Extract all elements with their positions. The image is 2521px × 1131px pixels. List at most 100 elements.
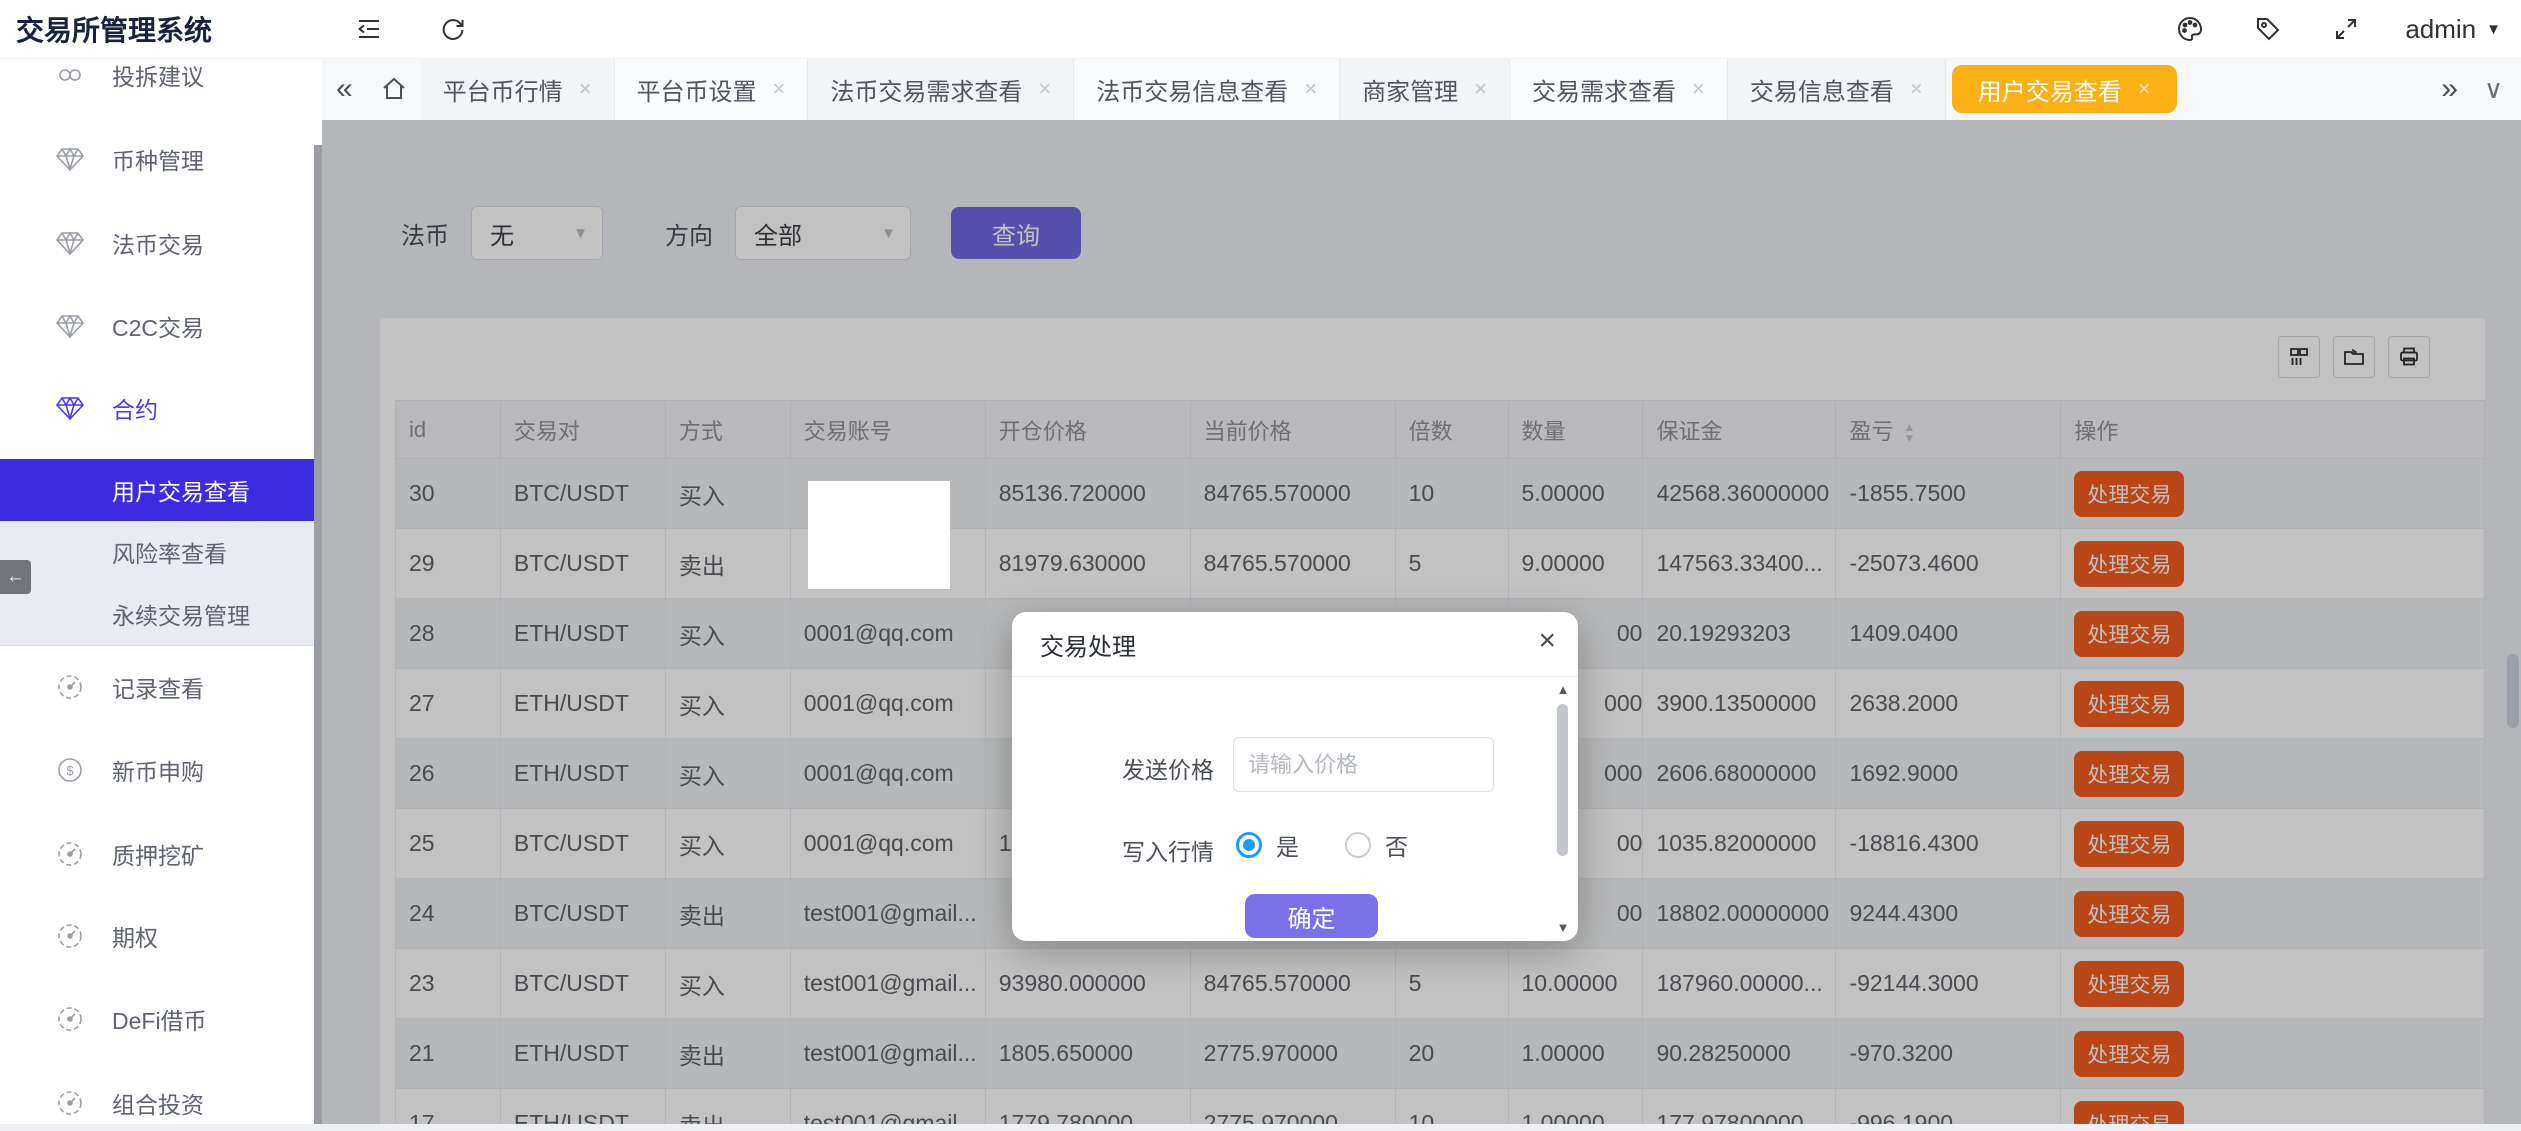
gem-icon: [55, 311, 85, 341]
palette-icon[interactable]: [2175, 14, 2205, 44]
radio-yes-label: 是: [1276, 828, 1299, 862]
sidebar-collapse-handle[interactable]: ←: [0, 560, 31, 594]
svg-text:$: $: [66, 763, 74, 778]
dialog-scrollbar[interactable]: ▲ ▼: [1554, 682, 1572, 935]
chevron-down-icon: ▼: [2486, 21, 2501, 38]
gem-icon: [55, 144, 85, 174]
radio-no-label: 否: [1385, 828, 1408, 862]
tab-5[interactable]: 商家管理 ×: [1340, 58, 1510, 120]
tab-4[interactable]: 法币交易信息查看 ×: [1074, 58, 1340, 120]
write-market-radio-group: 是 否: [1236, 828, 1454, 862]
tag-icon[interactable]: [2253, 14, 2283, 44]
trade-process-dialog: 交易处理 × 发送价格 写入行情 是 否 确定 ▲ ▼: [1012, 612, 1578, 941]
tab-label: 用户交易查看: [1978, 72, 2122, 107]
close-icon[interactable]: ×: [1038, 76, 1051, 102]
confirm-button[interactable]: 确定: [1245, 894, 1378, 938]
sidebar-item-label: 投拆建议: [112, 58, 204, 92]
sidebar-item-9[interactable]: 记录查看: [0, 659, 322, 715]
sidebar-item-label: 风险率查看: [112, 535, 227, 569]
dial-icon: [55, 1088, 85, 1118]
tab-label: 商家管理: [1362, 72, 1458, 107]
sidebar-item-label: 用户交易查看: [112, 473, 250, 507]
close-icon[interactable]: ×: [773, 76, 786, 102]
tab-label: 平台币行情: [443, 72, 563, 107]
radio-yes[interactable]: [1236, 832, 1262, 858]
close-icon[interactable]: ×: [1910, 76, 1923, 102]
close-icon[interactable]: ×: [1474, 76, 1487, 102]
tab-label: 平台币设置: [637, 72, 757, 107]
sidebar-item-label: 质押挖矿: [112, 837, 204, 871]
sidebar-item-10[interactable]: $ 新币申购: [0, 742, 322, 798]
sidebar-item-label: C2C交易: [112, 309, 204, 343]
radio-no[interactable]: [1345, 832, 1371, 858]
refresh-icon[interactable]: [438, 14, 468, 44]
dial-icon: [55, 672, 85, 702]
close-icon[interactable]: ×: [1538, 626, 1556, 656]
topbar-right-group: admin ▼: [2127, 14, 2501, 45]
user-menu[interactable]: admin ▼: [2405, 14, 2501, 45]
dialog-header: 交易处理 ×: [1012, 612, 1578, 677]
close-icon[interactable]: ×: [2138, 76, 2151, 102]
sidebar-item-4[interactable]: C2C交易: [0, 298, 322, 354]
close-icon[interactable]: ×: [579, 76, 592, 102]
dialog-title: 交易处理: [1040, 627, 1136, 662]
tabs-scroll-left-icon[interactable]: «: [322, 74, 367, 104]
tabs-more-icon[interactable]: ∨: [2478, 74, 2521, 105]
menu-fold-icon[interactable]: [354, 14, 384, 44]
tab-label: 交易信息查看: [1750, 72, 1894, 107]
tab-label: 法币交易需求查看: [830, 72, 1022, 107]
sidebar-item-label: 记录查看: [112, 670, 204, 704]
scroll-up-icon[interactable]: ▲: [1554, 682, 1572, 697]
app-title: 交易所管理系统: [16, 9, 316, 49]
tabbar-right-group: » ∨: [2421, 58, 2521, 120]
sidebar-item-6[interactable]: 用户交易查看: [0, 459, 322, 521]
sidebar-item-2[interactable]: 币种管理: [0, 131, 322, 187]
tab-3[interactable]: 法币交易需求查看 ×: [808, 58, 1074, 120]
sidebar-scrollbar[interactable]: [314, 145, 322, 1124]
tab-2[interactable]: 平台币设置 ×: [615, 58, 809, 120]
tab-label: 法币交易信息查看: [1096, 72, 1288, 107]
scroll-down-icon[interactable]: ▼: [1554, 920, 1572, 935]
tab-7[interactable]: 交易信息查看 ×: [1728, 58, 1946, 120]
write-market-label: 写入行情: [1014, 833, 1214, 867]
sidebar-item-label: DeFi借币: [112, 1002, 207, 1036]
top-bar: 交易所管理系统 admin ▼: [0, 0, 2521, 59]
sidebar-item-label: 新币申购: [112, 753, 204, 787]
sidebar-item-12[interactable]: 期权: [0, 908, 322, 964]
tab-label: 交易需求查看: [1532, 72, 1676, 107]
dial-icon: [55, 921, 85, 951]
sidebar-item-13[interactable]: DeFi借币: [0, 991, 322, 1047]
sidebar-item-label: 合约: [112, 391, 158, 425]
dial-icon: [55, 839, 85, 869]
gem-icon: [55, 228, 85, 258]
sidebar-item-5[interactable]: 合约: [0, 380, 322, 436]
sidebar-item-label: 期权: [112, 919, 158, 953]
tabs-scroll-right-icon[interactable]: »: [2421, 74, 2478, 104]
sidebar-item-label: 法币交易: [112, 226, 204, 260]
sidebar-item-label: 币种管理: [112, 142, 204, 176]
sidebar-item-11[interactable]: 质押挖矿: [0, 826, 322, 882]
close-icon[interactable]: ×: [1692, 76, 1705, 102]
page-scrollbar[interactable]: [2507, 654, 2519, 728]
scrollbar-thumb[interactable]: [1557, 704, 1568, 856]
close-icon[interactable]: ×: [1304, 76, 1317, 102]
tab-bar: « 平台币行情×平台币设置×法币交易需求查看×法币交易信息查看×商家管理×交易需…: [322, 58, 2521, 121]
sidebar: 投拆建议币种管理法币交易 C2C交易合约用户交易查看风险率查看永续交易管理记录查看…: [0, 58, 322, 1124]
send-price-label: 发送价格: [1014, 751, 1214, 785]
sidebar-item-3[interactable]: 法币交易: [0, 215, 322, 271]
fullscreen-icon[interactable]: [2331, 14, 2361, 44]
sidebar-item-7[interactable]: 风险率查看: [0, 521, 322, 583]
user-name: admin: [2405, 14, 2476, 45]
sidebar-item-14[interactable]: 组合投资: [0, 1075, 322, 1131]
send-price-input[interactable]: [1233, 737, 1494, 792]
redaction-box: [808, 481, 950, 589]
tab-6[interactable]: 交易需求查看 ×: [1510, 58, 1728, 120]
sidebar-item-label: 永续交易管理: [112, 597, 250, 631]
home-icon[interactable]: [367, 74, 421, 104]
sidebar-item-8[interactable]: 永续交易管理: [0, 583, 322, 645]
tab-8[interactable]: 用户交易查看 ×: [1952, 65, 2177, 113]
sidebar-item-label: 组合投资: [112, 1086, 204, 1120]
dial-icon: [55, 1004, 85, 1034]
tab-1[interactable]: 平台币行情 ×: [421, 58, 615, 120]
gem-icon: [55, 393, 85, 423]
